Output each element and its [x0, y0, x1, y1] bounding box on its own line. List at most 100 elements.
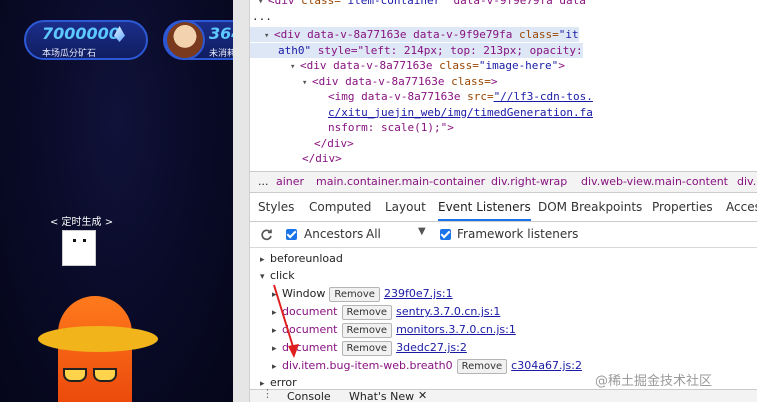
panel-resizer[interactable]	[233, 0, 250, 402]
dom-attr-value[interactable]: "//lf3-cdn-tos.	[494, 90, 593, 103]
bug-eye-icon	[83, 239, 86, 242]
listener-filter-select[interactable]: All	[366, 227, 381, 241]
dom-attr-value[interactable]: c/xitu_juejin_web/img/timedGeneration.fa	[328, 106, 593, 119]
dom-attr-name: src=	[467, 90, 494, 103]
dom-tag: <div	[268, 0, 302, 7]
dom-node-line[interactable]: ▾ <div data-v-8a77163e class=>	[250, 74, 497, 89]
dom-node-line[interactable]: ▾ <div data-v-8a77163e data-v-9f9e79fa cl…	[250, 27, 579, 42]
dom-attr-name: class=	[439, 59, 479, 72]
dom-text: ...	[252, 9, 272, 23]
event-listeners-toolbar: Ancestors All ▼ Framework listeners	[250, 222, 757, 248]
dom-attr-name: class=	[519, 28, 559, 41]
close-icon[interactable]: ✕	[418, 389, 427, 402]
tab-styles[interactable]: Styles	[258, 193, 294, 221]
dom-node-line[interactable]: nsform: scale(1);">	[250, 120, 454, 135]
framework-listeners-checkbox[interactable]	[440, 229, 451, 240]
event-click[interactable]: ▾ click	[250, 267, 295, 285]
dom-attr-value: ath0"	[278, 43, 312, 57]
player-label: 未消耗	[209, 49, 233, 59]
breadcrumb-item[interactable]: main.container.main-container	[316, 172, 485, 192]
bug-eye-icon	[73, 239, 76, 242]
tab-layout[interactable]: Layout	[385, 193, 426, 221]
dom-attr-name: class=	[301, 0, 341, 7]
timed-generation-bug-item[interactable]	[62, 230, 96, 266]
event-name: error	[270, 376, 297, 389]
source-link[interactable]: monitors.3.7.0.cn.js:1	[396, 323, 516, 336]
listener-node: Window	[282, 287, 326, 300]
dom-text: >	[558, 59, 565, 72]
more-icon[interactable]: ⋮	[262, 387, 273, 400]
remove-listener-button[interactable]: Remove	[329, 287, 380, 302]
tab-whats-new[interactable]: What's New	[349, 390, 414, 402]
expand-icon[interactable]: ▸	[272, 322, 282, 340]
mined-ore-label: 本场瓜分矿石	[42, 49, 97, 59]
dom-tag: </div>	[314, 136, 354, 150]
dom-attr-name: class=	[451, 74, 491, 88]
dom-node-line[interactable]: ▾ <div class="item-container" data-v-9f9e…	[250, 0, 586, 8]
source-link[interactable]: 3dedc27.js:2	[396, 341, 467, 354]
breadcrumb-item[interactable]: ainer	[276, 172, 304, 192]
dom-node-line[interactable]: ...	[250, 9, 272, 24]
tab-accessibility[interactable]: Access	[726, 193, 757, 221]
dom-tag: <img data-v-8a77163e	[328, 90, 468, 103]
tab-console[interactable]: Console	[287, 390, 331, 402]
breadcrumb-item[interactable]: div.right-wrap	[491, 172, 567, 192]
refresh-icon[interactable]	[260, 228, 273, 241]
listener-node: document	[282, 341, 338, 354]
listener-row[interactable]: ▸ Window Remove 239f0e7.js:1	[250, 285, 453, 303]
mascot-hat	[38, 326, 158, 352]
listener-row[interactable]: ▸ document Remove sentry.3.7.0.cn.js:1	[250, 303, 500, 321]
collapse-icon[interactable]: ▾	[260, 268, 270, 286]
breadcrumb-item[interactable]: div.web-view.main-content	[581, 172, 728, 192]
avatar	[165, 20, 205, 60]
source-link[interactable]: c304a67.js:2	[511, 359, 582, 372]
tab-properties[interactable]: Properties	[652, 193, 713, 221]
dom-node-line[interactable]: <img data-v-8a77163e src="//lf3-cdn-tos.	[250, 89, 593, 104]
listener-row[interactable]: ▸ div.item.bug-item-web.breath0 Remove c304…	[250, 357, 582, 375]
breadcrumb-item[interactable]: div.b	[737, 172, 757, 192]
ancestors-checkbox[interactable]	[286, 229, 297, 240]
glasses-lens-right	[93, 368, 117, 382]
dom-node-line[interactable]: </div>	[250, 151, 342, 166]
breadcrumb: ... ainer main.container.main-container …	[250, 171, 757, 193]
tab-computed[interactable]: Computed	[309, 193, 371, 221]
listener-row[interactable]: ▸ document Remove 3dedc27.js:2	[250, 339, 467, 357]
mined-ore-pill: 7000000 本场瓜分矿石	[24, 20, 148, 60]
dom-node-line[interactable]: ▾ <div data-v-8a77163e class="image-here"…	[250, 58, 565, 73]
dom-attr-value: "it	[558, 28, 579, 41]
dom-text: nsform: scale(1);">	[328, 121, 454, 134]
dom-node-line[interactable]: </div>	[250, 136, 354, 151]
source-link[interactable]: 239f0e7.js:1	[384, 287, 453, 300]
game-viewport: 7000000 本场瓜分矿石 364 未消耗 < 定时生成 >	[0, 0, 233, 402]
ancestors-label: Ancestors	[304, 227, 364, 241]
listener-node: document	[282, 305, 338, 318]
breadcrumb-overflow[interactable]: ...	[258, 172, 269, 192]
listener-node: div.item.bug-item-web.breath0	[282, 359, 453, 372]
dom-node-line[interactable]: ath0" style="left: 214px; top: 213px; op…	[250, 42, 583, 58]
event-name: click	[270, 269, 295, 282]
expand-icon[interactable]: ▸	[272, 286, 282, 304]
source-link[interactable]: sentry.3.7.0.cn.js:1	[396, 305, 500, 318]
listener-row[interactable]: ▸ document Remove monitors.3.7.0.cn.js:1	[250, 321, 516, 339]
remove-listener-button[interactable]: Remove	[456, 359, 508, 374]
mascot-glasses	[63, 368, 121, 382]
mascot-character	[38, 290, 158, 402]
drawer-tabs: ⋮ Console What's New ✕	[250, 387, 757, 402]
player-pill[interactable]: 364 未消耗	[163, 20, 233, 60]
event-name: beforeunload	[270, 252, 343, 265]
remove-listener-button[interactable]: Remove	[341, 305, 393, 320]
chevron-down-icon[interactable]: ▼	[418, 226, 426, 237]
glasses-lens-left	[63, 368, 87, 382]
dom-tag: <div data-v-8a77163e	[312, 74, 452, 88]
remove-listener-button[interactable]: Remove	[341, 341, 393, 356]
listener-node: document	[282, 323, 338, 336]
player-value: 364	[209, 24, 233, 43]
expand-icon[interactable]: ▸	[272, 340, 282, 358]
dom-node-line[interactable]: c/xitu_juejin_web/img/timedGeneration.fa	[250, 105, 593, 120]
dom-text: style="left: 214px; top: 213px; opacity:	[311, 43, 583, 57]
event-beforeunload[interactable]: ▸ beforeunload	[250, 250, 343, 268]
expand-icon[interactable]: ▸	[272, 304, 282, 322]
tab-dom-breakpoints[interactable]: DOM Breakpoints	[538, 193, 642, 221]
remove-listener-button[interactable]: Remove	[341, 323, 393, 338]
tab-event-listeners[interactable]: Event Listeners	[438, 193, 531, 221]
